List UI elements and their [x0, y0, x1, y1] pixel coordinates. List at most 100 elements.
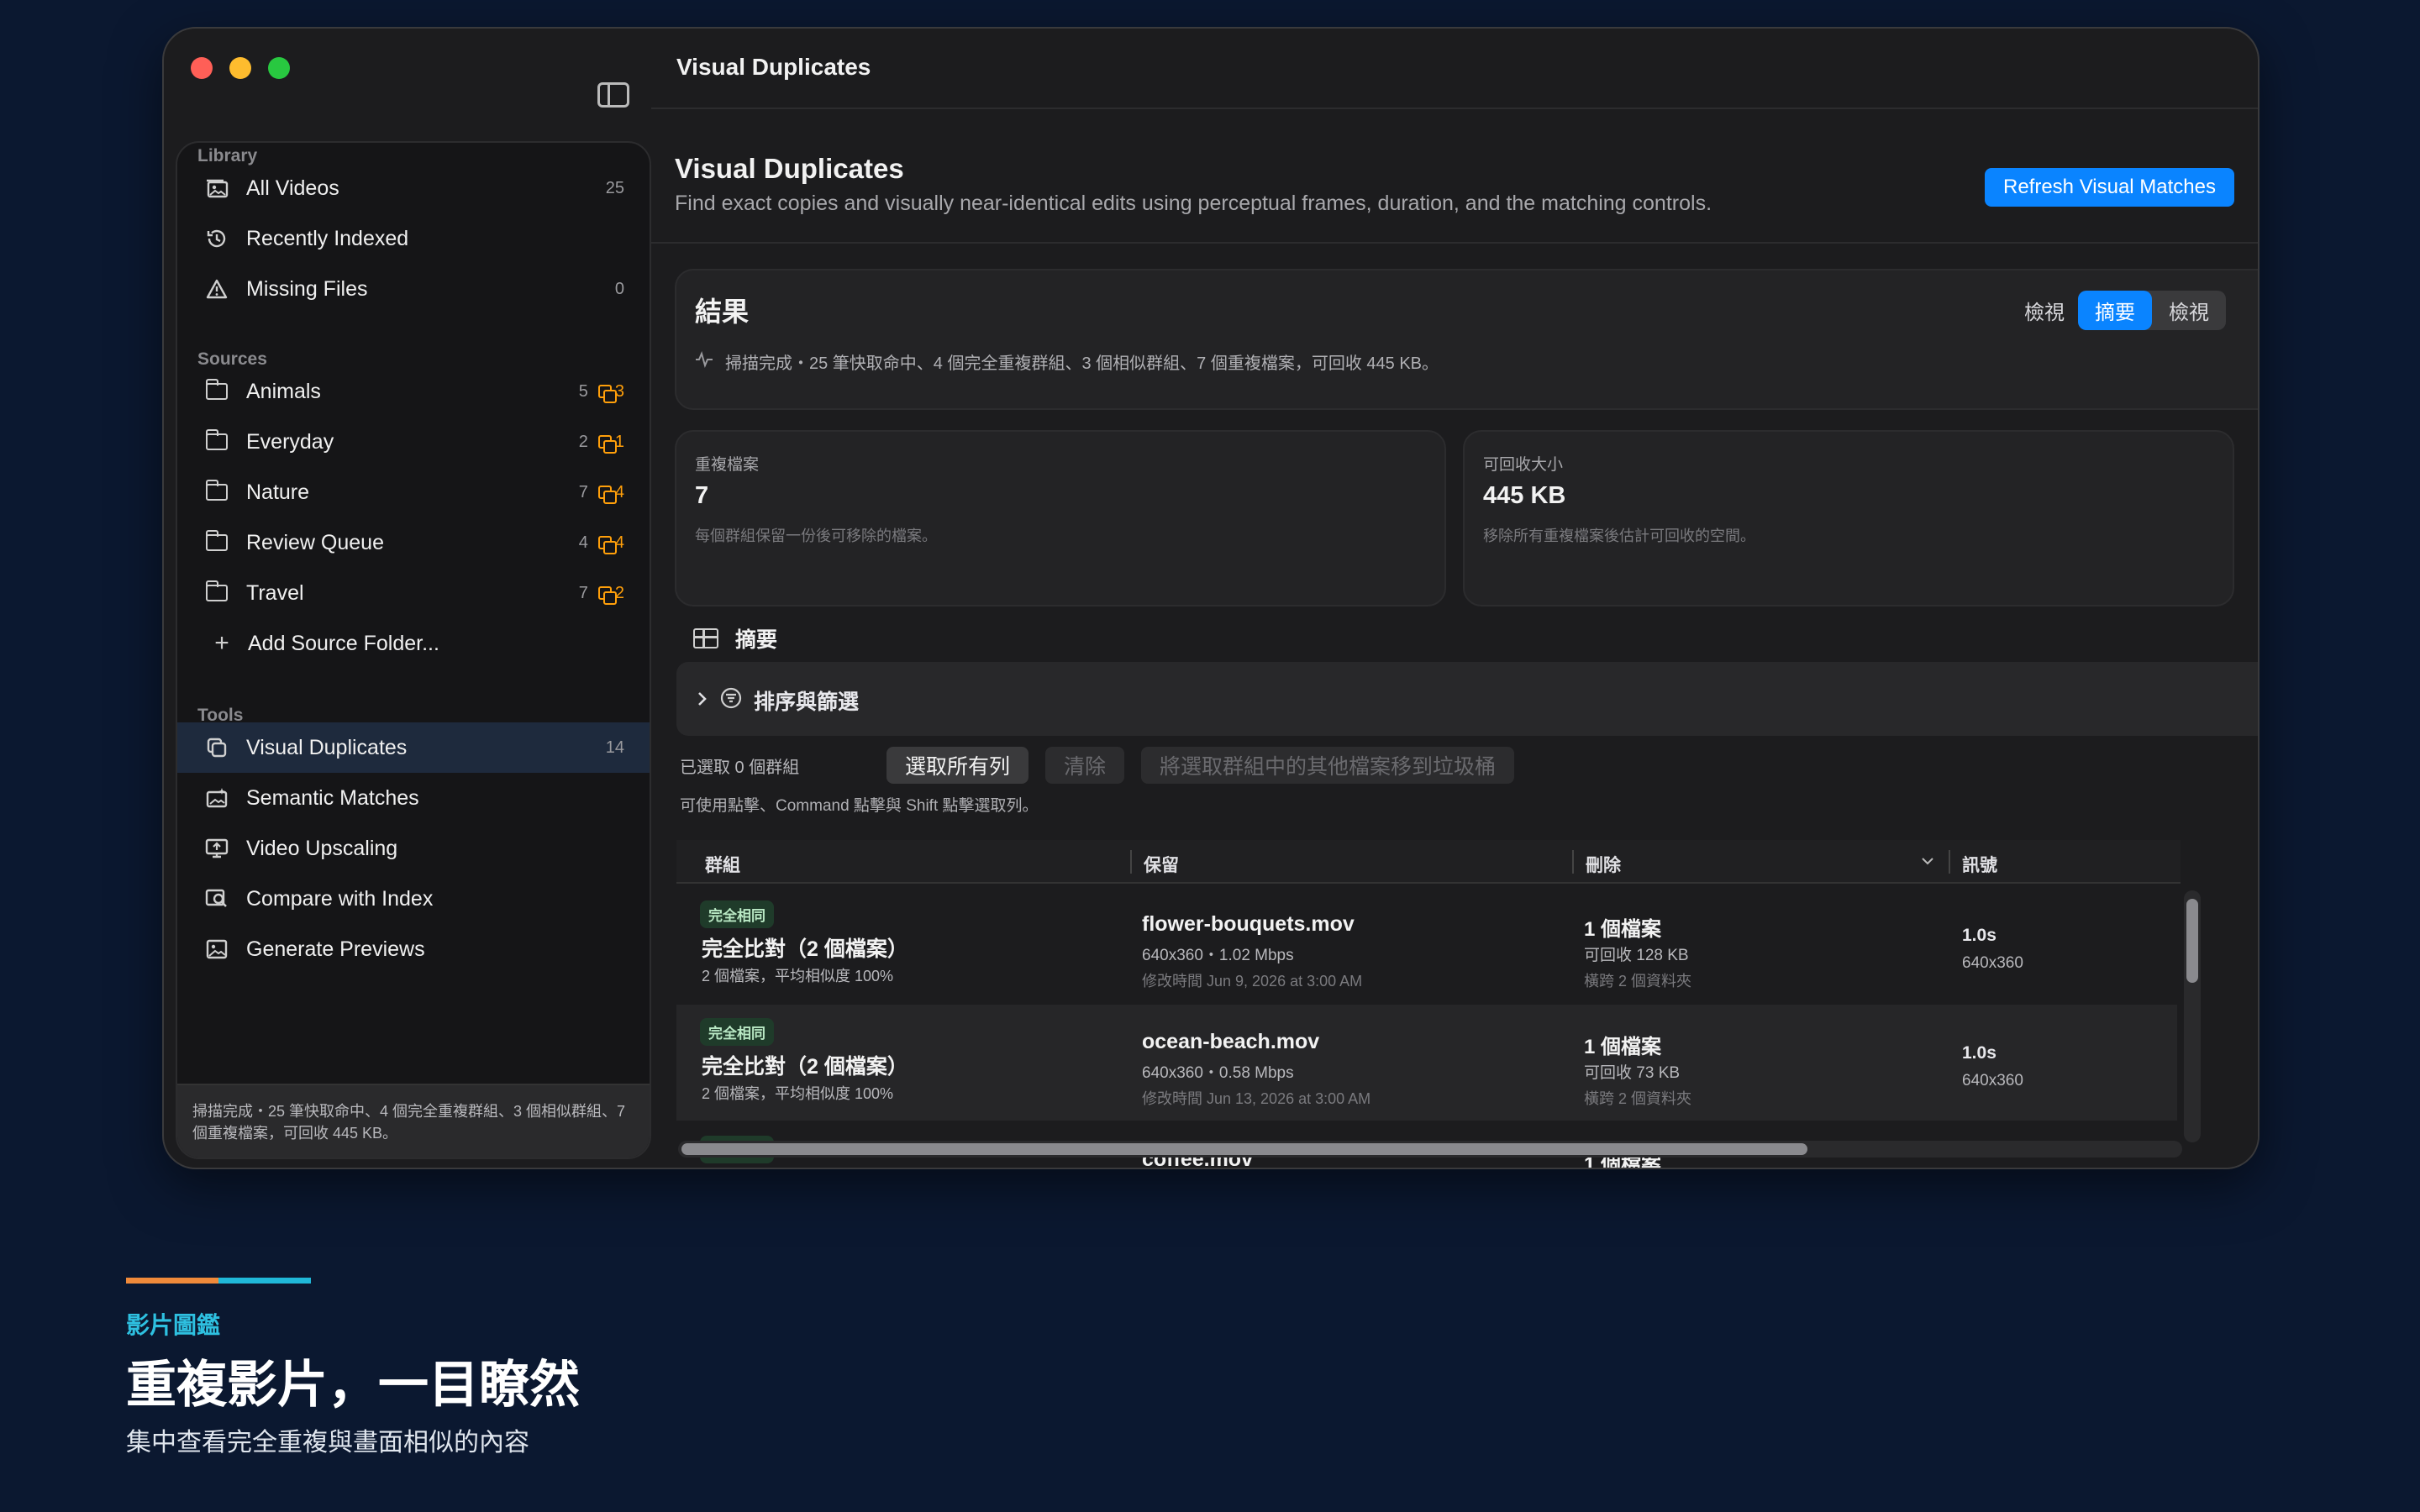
- traffic-lights: [191, 57, 290, 79]
- column-divider[interactable]: [1572, 850, 1574, 874]
- summary-heading-label: 摘要: [735, 628, 778, 652]
- duplicate-count: 2: [597, 584, 624, 605]
- status-badge: 完全相同: [700, 900, 774, 928]
- page-subtitle: Find exact copies and visually near-iden…: [675, 192, 1712, 215]
- segment-view[interactable]: 檢視: [2152, 291, 2226, 330]
- selection-toolbar: 已選取 0 個群組 選取所有列 清除 將選取群組中的其他檔案移到垃圾桶: [680, 746, 1531, 785]
- summary-heading: 摘要: [693, 623, 777, 654]
- table-icon: [693, 628, 718, 648]
- duplicate-count: 4: [597, 483, 624, 504]
- group-title: 完全比對（2 個檔案）: [702, 937, 908, 961]
- sidebar-item-travel[interactable]: Travel 7 2: [177, 568, 650, 618]
- view-label: 檢視: [2024, 302, 2065, 324]
- sidebar-item-missing-files[interactable]: Missing Files 0: [177, 264, 650, 314]
- sidebar-item-animals[interactable]: Animals 5 3: [177, 366, 650, 417]
- horizontal-scrollbar[interactable]: [678, 1141, 2182, 1158]
- titlebar: Visual Duplicates: [651, 29, 2258, 109]
- folder-icon: [204, 480, 229, 505]
- column-header-keep[interactable]: 保留: [1144, 852, 1179, 877]
- sidebar-item-visual-duplicates[interactable]: Visual Duplicates 14: [177, 722, 650, 773]
- signal-resolution: 640x360: [1962, 1072, 2023, 1089]
- sidebar-item-generate-previews[interactable]: Generate Previews: [177, 924, 650, 974]
- photo-frame-icon: [204, 937, 229, 962]
- count-badge: 14: [605, 738, 624, 757]
- signal-resolution: 640x360: [1962, 954, 2023, 972]
- keep-file-date: 修改時間 Jun 9, 2026 at 3:00 AM: [1142, 973, 1363, 990]
- keep-file-date: 修改時間 Jun 13, 2026 at 3:00 AM: [1142, 1090, 1371, 1107]
- vertical-scrollbar[interactable]: [2184, 890, 2201, 1142]
- duplicate-icon: [597, 586, 617, 605]
- add-source-folder-button[interactable]: + Add Source Folder...: [177, 618, 650, 669]
- add-source-label: Add Source Folder...: [248, 631, 439, 655]
- filter-icon: [720, 687, 742, 715]
- minimize-window-button[interactable]: [229, 57, 251, 79]
- app-window: Library All Videos 25 Recently Indexed M…: [162, 27, 2260, 1169]
- stat-value: 445 KB: [1483, 482, 1566, 509]
- move-to-trash-button[interactable]: 將選取群組中的其他檔案移到垃圾桶: [1141, 747, 1515, 784]
- select-all-rows-button[interactable]: 選取所有列: [886, 747, 1029, 784]
- folder-icon: [204, 429, 229, 454]
- close-window-button[interactable]: [191, 57, 213, 79]
- duplicates-table: 群組 保留 刪除 訊號 完全相同 完全比對（2 個檔案） 2 個檔案，平均相似度…: [676, 840, 2258, 1168]
- sidebar-item-semantic-matches[interactable]: Semantic Matches: [177, 773, 650, 823]
- delete-count: 1 個檔案: [1584, 918, 1662, 941]
- sort-filter-label: 排序與篩選: [754, 690, 860, 714]
- sidebar-item-compare-with-index[interactable]: Compare with Index: [177, 874, 650, 924]
- table-row[interactable]: 完全相同 完全比對（2 個檔案） 2 個檔案，平均相似度 100% flower…: [676, 887, 2177, 1003]
- column-divider[interactable]: [1949, 850, 1950, 874]
- stat-duplicate-files: 重複檔案 7 每個群組保留一份後可移除的檔案。: [675, 430, 1446, 606]
- keep-file-name: flower-bouquets.mov: [1142, 912, 1355, 936]
- segment-summary[interactable]: 摘要: [2078, 291, 2152, 330]
- delete-reclaim: 可回收 73 KB: [1584, 1064, 1681, 1082]
- sidebar-item-label: Recently Indexed: [246, 226, 409, 250]
- sidebar-item-everyday[interactable]: Everyday 2 1: [177, 417, 650, 467]
- page-title: Visual Duplicates: [675, 153, 904, 184]
- sidebar-item-video-upscaling[interactable]: Video Upscaling: [177, 823, 650, 874]
- warning-icon: [204, 276, 229, 302]
- sidebar-item-label: Missing Files: [246, 276, 368, 301]
- duplicate-icon: [597, 435, 617, 454]
- column-divider[interactable]: [1130, 850, 1132, 874]
- photo-stack-icon: [204, 176, 229, 201]
- refresh-visual-matches-button[interactable]: Refresh Visual Matches: [1984, 168, 2234, 207]
- zoom-window-button[interactable]: [268, 57, 290, 79]
- sort-filter-panel[interactable]: 排序與篩選: [676, 662, 2258, 736]
- count-badge: 7: [578, 583, 588, 602]
- caption-title: 重複影片，一目瞭然: [126, 1357, 580, 1413]
- plus-icon: +: [214, 629, 229, 657]
- view-mode-control: 檢視 摘要 檢視: [2011, 291, 2226, 330]
- column-header-delete[interactable]: 刪除: [1586, 852, 1621, 877]
- column-header-group[interactable]: 群組: [705, 852, 740, 877]
- sidebar-item-all-videos[interactable]: All Videos 25: [177, 163, 650, 213]
- sort-filter-disclosure[interactable]: 排序與篩選: [697, 685, 859, 716]
- count-badge: 7: [578, 482, 588, 501]
- duplicate-count: 3: [597, 382, 624, 403]
- column-header-signal[interactable]: 訊號: [1962, 852, 1997, 877]
- duplicate-icon: [597, 486, 617, 504]
- group-subtitle: 2 個檔案，平均相似度 100%: [702, 968, 894, 984]
- segmented-control: 摘要 檢視: [2078, 291, 2226, 330]
- duplicate-count: 1: [597, 433, 624, 454]
- stat-value: 7: [695, 482, 709, 509]
- caption-tag: 影片圖鑑: [126, 1312, 221, 1338]
- sidebar-item-label: Video Upscaling: [246, 836, 398, 860]
- delete-count: 1 個檔案: [1584, 1036, 1662, 1058]
- group-subtitle: 2 個檔案，平均相似度 100%: [702, 1085, 894, 1102]
- stat-reclaimable-size: 可回收大小 445 KB 移除所有重複檔案後估計可回收的空間。: [1463, 430, 2234, 606]
- scrollbar-thumb[interactable]: [681, 1143, 1807, 1155]
- delete-folder-span: 橫跨 2 個資料夾: [1584, 973, 1692, 990]
- scrollbar-thumb[interactable]: [2186, 899, 2198, 983]
- sidebar-item-review-queue[interactable]: Review Queue 4 4: [177, 517, 650, 568]
- window-title: Visual Duplicates: [676, 54, 871, 80]
- stat-description: 移除所有重複檔案後估計可回收的空間。: [1483, 528, 1755, 544]
- sidebar-item-nature[interactable]: Nature 7 4: [177, 467, 650, 517]
- sidebar-item-recently-indexed[interactable]: Recently Indexed: [177, 213, 650, 264]
- count-badge: 5: [578, 381, 588, 401]
- sidebar-toggle-icon[interactable]: [597, 82, 629, 108]
- results-status: 掃描完成・25 筆快取命中、4 個完全重複群組、3 個相似群組、7 個重複檔案，…: [695, 349, 1439, 374]
- sort-chevron-down-icon[interactable]: [1920, 852, 1935, 872]
- clear-selection-button[interactable]: 清除: [1045, 747, 1125, 784]
- sidebar-item-label: All Videos: [246, 176, 339, 200]
- keep-file-meta: 640x360・0.58 Mbps: [1142, 1064, 1294, 1082]
- table-row[interactable]: 完全相同 完全比對（2 個檔案） 2 個檔案，平均相似度 100% ocean-…: [676, 1005, 2177, 1121]
